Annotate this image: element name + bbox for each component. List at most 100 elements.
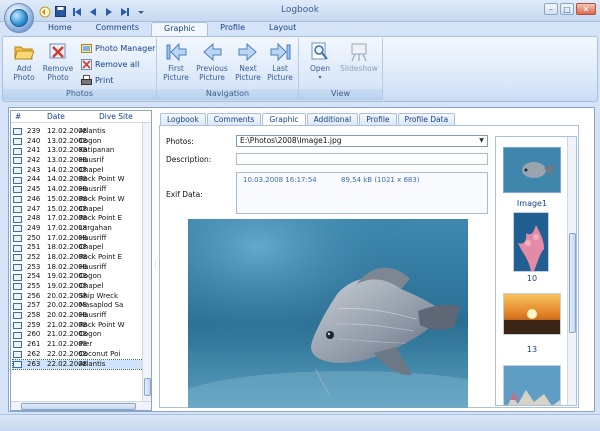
- table-row[interactable]: 245 14.02.2008 Hausriff: [13, 185, 143, 195]
- dive-number: 245: [27, 185, 41, 194]
- dive-date: 19.02.2008: [47, 282, 88, 290]
- table-row[interactable]: 246 15.02.2008 Rock Point W: [13, 195, 143, 205]
- remove-photo-icon: [48, 42, 68, 62]
- table-row[interactable]: 244 14.02.2008 Rock Point W: [13, 175, 143, 185]
- window-title: Logbook: [280, 5, 319, 15]
- table-row[interactable]: 261 21.02.2008 Pier: [13, 340, 143, 350]
- last-picture-button[interactable]: Last Picture: [265, 42, 295, 88]
- dive-log-icon: [13, 340, 27, 350]
- minimize-icon[interactable]: –: [544, 3, 558, 15]
- description-input[interactable]: [236, 153, 488, 165]
- table-row[interactable]: 257 20.02.2008 Masaplod Sa: [13, 301, 143, 311]
- scroll-thumb[interactable]: [569, 233, 576, 333]
- tab-logbook[interactable]: Logbook: [160, 113, 206, 125]
- table-row[interactable]: 262 22.02.2008 Coconut Poi: [13, 350, 143, 360]
- remove-all-button[interactable]: Remove all: [81, 58, 139, 70]
- close-icon[interactable]: ✕: [576, 3, 596, 15]
- remove-all-icon: [81, 58, 92, 70]
- slideshow-button[interactable]: Slideshow: [339, 42, 379, 88]
- previous-picture-button[interactable]: Previous Picture: [195, 42, 229, 88]
- exif-data-box: 10.03.2008 16:17:54 89,54 kB (1021 x 683…: [236, 172, 488, 214]
- remove-photo-button[interactable]: Remove Photo: [41, 42, 75, 88]
- maximize-icon[interactable]: □: [560, 3, 574, 15]
- dive-number: 253: [27, 262, 41, 271]
- first-picture-button[interactable]: First Picture: [161, 42, 191, 88]
- dive-site: Masaplod Sa: [79, 301, 124, 310]
- scroll-thumb[interactable]: [144, 378, 151, 396]
- dive-log-icon: [13, 292, 27, 302]
- table-row[interactable]: 250 17.02.2008 Hausriff: [13, 234, 143, 244]
- tab-profile-data[interactable]: Profile Data: [397, 113, 456, 125]
- chevron-down-icon[interactable]: ▼: [477, 137, 486, 145]
- table-row[interactable]: 253 18.02.2008 Hausriff: [13, 263, 143, 273]
- column-header-date[interactable]: Date: [45, 111, 97, 122]
- dive-log-icon: [13, 253, 27, 263]
- tab-comments-detail[interactable]: Comments: [206, 113, 262, 125]
- scroll-thumb[interactable]: [21, 403, 136, 410]
- table-row[interactable]: 240 13.02.2008 Cogon: [13, 137, 143, 147]
- thumbnail-1-caption: Image1: [516, 199, 548, 208]
- application-menu-button[interactable]: [4, 3, 34, 33]
- ribbon: Add Photo Remove Photo Photo Manager Rem…: [2, 36, 598, 102]
- table-row[interactable]: 254 19.02.2008 Cogon: [13, 272, 143, 282]
- splitter-grip[interactable]: ⋮: [152, 260, 159, 270]
- tab-graphic[interactable]: Graphic: [151, 22, 209, 36]
- table-row[interactable]: 248 17.02.2008 Rock Point E: [13, 214, 143, 224]
- table-row[interactable]: 247 15.02.2008 Chapel: [13, 205, 143, 215]
- table-row[interactable]: 259 21.02.2008 Rock Point W: [13, 321, 143, 331]
- dive-number: 246: [27, 194, 41, 203]
- dive-number: 244: [27, 175, 41, 184]
- table-row[interactable]: 255 19.02.2008 Chapel: [13, 282, 143, 292]
- thumbnail-1[interactable]: [503, 147, 561, 193]
- dive-list-rows: 239 12.02.2008 Atlantis 240 13.02.2008 Cogon 2…: [12, 127, 144, 371]
- main-photo[interactable]: [188, 219, 468, 408]
- tab-profile-detail[interactable]: Profile: [359, 113, 397, 125]
- table-row[interactable]: 243 14.02.2008 Chapel: [13, 166, 143, 176]
- dive-number: 242: [27, 156, 41, 165]
- dive-date: 22.02.2008: [47, 349, 88, 358]
- next-picture-button[interactable]: Next Picture: [233, 42, 263, 88]
- dive-site: Hausriff: [79, 262, 107, 271]
- thumbnail-3[interactable]: [503, 293, 561, 335]
- table-row[interactable]: 252 18.02.2008 Rock Point E: [13, 253, 143, 263]
- dive-number: 252: [27, 252, 41, 261]
- table-row[interactable]: 258 20.02.2008 Hausriff: [13, 311, 143, 321]
- table-row[interactable]: 241 13.02.2008 Katipanan: [13, 146, 143, 156]
- dive-number: 239: [27, 127, 41, 135]
- open-button[interactable]: Open ▾: [305, 42, 335, 88]
- thumbnail-4[interactable]: [503, 365, 561, 405]
- tab-comments[interactable]: Comments: [84, 22, 151, 36]
- dive-log-icon: [13, 263, 27, 273]
- table-row[interactable]: 260 21.02.2008 Cogon: [13, 330, 143, 340]
- table-row[interactable]: 249 17.02.2008 Largahan: [13, 224, 143, 234]
- dive-list-horizontal-scrollbar[interactable]: [11, 401, 151, 410]
- tab-graphic-detail[interactable]: Graphic: [262, 113, 306, 125]
- tab-profile[interactable]: Profile: [208, 22, 257, 36]
- tab-home[interactable]: Home: [36, 22, 84, 36]
- view-group-label: View: [299, 89, 382, 100]
- photos-select[interactable]: E:\Photos\2008\Image1.jpg ▼: [236, 135, 488, 147]
- table-row[interactable]: 263 22.02.2008 Atlantis: [12, 358, 144, 371]
- table-row[interactable]: 242 13.02.2008 Hausrif: [13, 156, 143, 166]
- dive-number: 260: [27, 330, 41, 339]
- add-photo-button[interactable]: Add Photo: [9, 42, 39, 88]
- column-header-number[interactable]: #: [11, 111, 45, 122]
- table-row[interactable]: 256 20.02.2008 Ship Wreck: [13, 292, 143, 302]
- dive-list-vertical-scrollbar[interactable]: [142, 123, 151, 403]
- dive-log-icon: [13, 146, 27, 156]
- tab-layout[interactable]: Layout: [257, 22, 308, 36]
- table-row[interactable]: 251 18.02.2008 Chapel: [13, 243, 143, 253]
- dive-site: Hausriff: [79, 311, 107, 320]
- dive-number: 241: [27, 146, 41, 155]
- dive-number: 256: [27, 291, 41, 300]
- photo-manager-icon: [81, 43, 92, 54]
- table-row[interactable]: 239 12.02.2008 Atlantis: [13, 127, 143, 137]
- print-button[interactable]: Print: [81, 74, 113, 86]
- thumbnail-2[interactable]: [513, 212, 549, 272]
- thumbnail-scrollbar[interactable]: [567, 137, 576, 405]
- dive-number: 254: [27, 272, 41, 281]
- globe-icon: [10, 9, 28, 27]
- column-header-dive-site[interactable]: Dive Site: [97, 111, 147, 122]
- tab-additional[interactable]: Additional: [306, 113, 359, 125]
- photo-manager-button[interactable]: Photo Manager: [81, 42, 155, 54]
